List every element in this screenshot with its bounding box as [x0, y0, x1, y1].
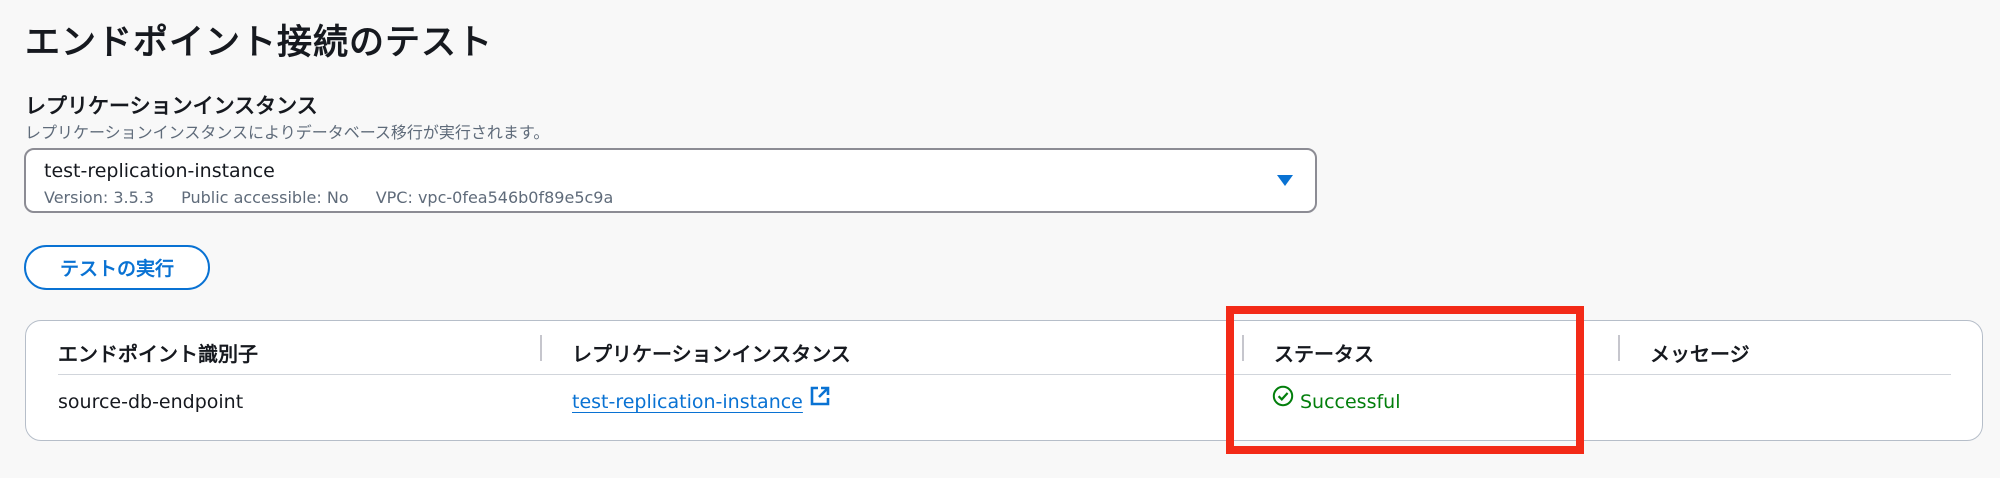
- caret-down-icon[interactable]: [1277, 175, 1293, 186]
- column-divider[interactable]: [540, 335, 542, 361]
- replication-instance-select[interactable]: test-replication-instance Version: 3.5.3…: [24, 148, 1317, 213]
- status-text: Successful: [1300, 391, 1401, 413]
- selected-instance-details: Version: 3.5.3 Public accessible: No VPC…: [44, 188, 635, 207]
- header-status: ステータス: [1274, 342, 1374, 366]
- results-table: エンドポイント識別子 レプリケーションインスタンス ステータス メッセージ so…: [25, 320, 1983, 441]
- check-circle-icon: [1272, 378, 1294, 424]
- column-divider[interactable]: [1242, 335, 1244, 361]
- replication-instance-label: レプリケーションインスタンス: [25, 94, 318, 118]
- run-test-button[interactable]: テストの実行: [24, 245, 210, 290]
- page-title: エンドポイント接続のテスト: [25, 23, 494, 63]
- column-divider[interactable]: [1618, 335, 1620, 361]
- table-header-divider: [58, 374, 1951, 375]
- cell-status: Successful: [1272, 379, 1401, 425]
- cell-replication-instance: test-replication-instance: [572, 379, 831, 425]
- header-endpoint-id: エンドポイント識別子: [58, 342, 258, 366]
- replication-instance-link[interactable]: test-replication-instance: [572, 391, 803, 413]
- instance-version: Version: 3.5.3: [44, 188, 155, 207]
- header-replication-instance: レプリケーションインスタンス: [572, 342, 851, 366]
- instance-public-accessible: Public accessible: No: [181, 188, 349, 207]
- cell-endpoint-id: source-db-endpoint: [58, 391, 244, 413]
- header-message: メッセージ: [1650, 342, 1750, 366]
- selected-instance-name: test-replication-instance: [44, 160, 275, 182]
- external-link-icon[interactable]: [809, 378, 831, 424]
- instance-vpc: VPC: vpc-0fea546b0f89e5c9a: [375, 188, 614, 207]
- replication-instance-description: レプリケーションインスタンスによりデータベース移行が実行されます。: [25, 123, 550, 142]
